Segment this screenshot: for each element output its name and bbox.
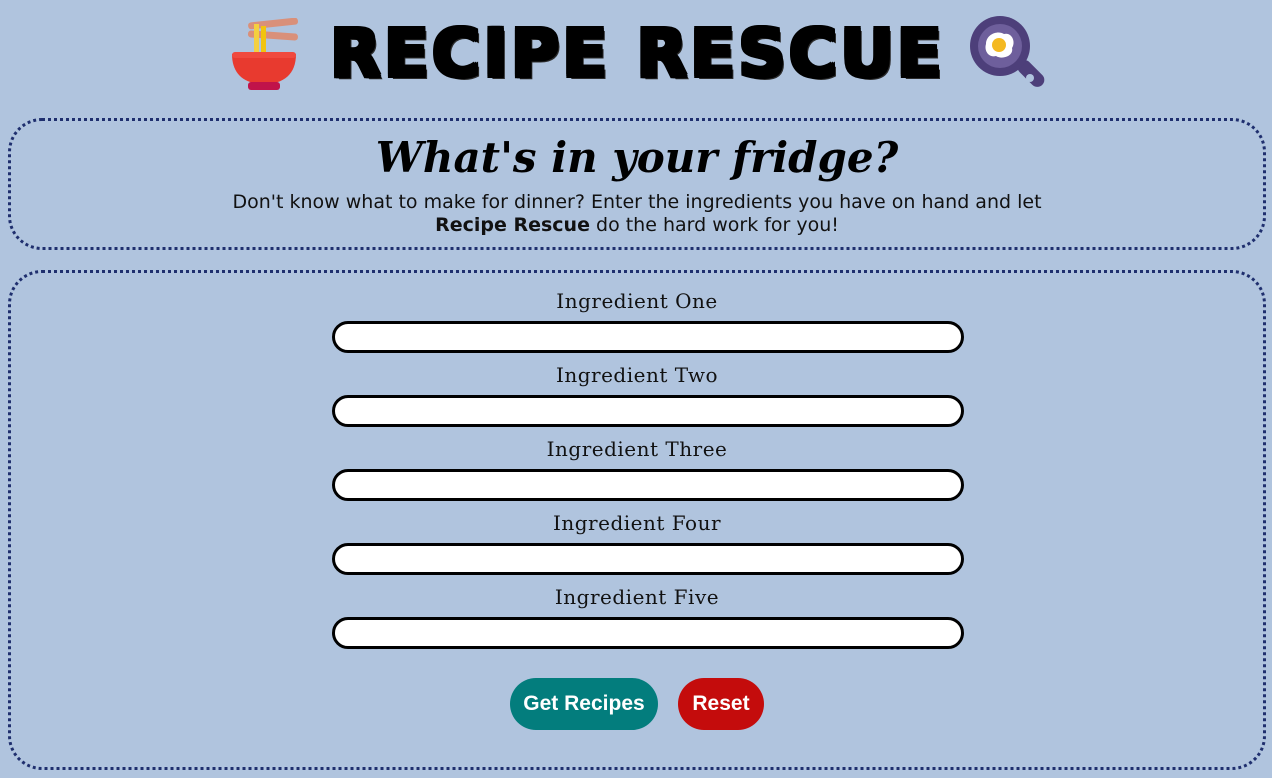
ingredient-three-label: Ingredient Three (546, 437, 728, 461)
reset-button[interactable]: Reset (678, 678, 764, 730)
ingredient-five-label: Ingredient Five (554, 585, 720, 609)
site-header: RECIPE RESCUE (0, 0, 1272, 110)
ingredient-form: Ingredient One Ingredient Two Ingredient… (8, 270, 1266, 770)
ingredient-four-label: Ingredient Four (552, 511, 722, 535)
ingredient-one-label: Ingredient One (556, 289, 718, 313)
intro-heading: What's in your fridge? (375, 133, 899, 182)
site-title: RECIPE RESCUE (330, 15, 945, 92)
ingredient-one-input[interactable] (332, 321, 964, 353)
get-recipes-button[interactable]: Get Recipes (510, 678, 658, 730)
noodle-bowl-icon (232, 18, 298, 90)
ingredient-three-input[interactable] (332, 469, 964, 501)
intro-brand: Recipe Rescue (435, 214, 590, 236)
intro-text: Don't know what to make for dinner? Ente… (201, 191, 1073, 237)
ingredient-four-input[interactable] (332, 543, 964, 575)
ingredient-two-input[interactable] (332, 395, 964, 427)
intro-panel: What's in your fridge? Don't know what t… (8, 118, 1266, 250)
frying-pan-egg-icon (970, 16, 1045, 87)
intro-text-before: Don't know what to make for dinner? Ente… (232, 191, 1042, 213)
intro-text-after: do the hard work for you! (589, 214, 839, 236)
ingredient-five-input[interactable] (332, 617, 964, 649)
ingredient-two-label: Ingredient Two (555, 363, 719, 387)
